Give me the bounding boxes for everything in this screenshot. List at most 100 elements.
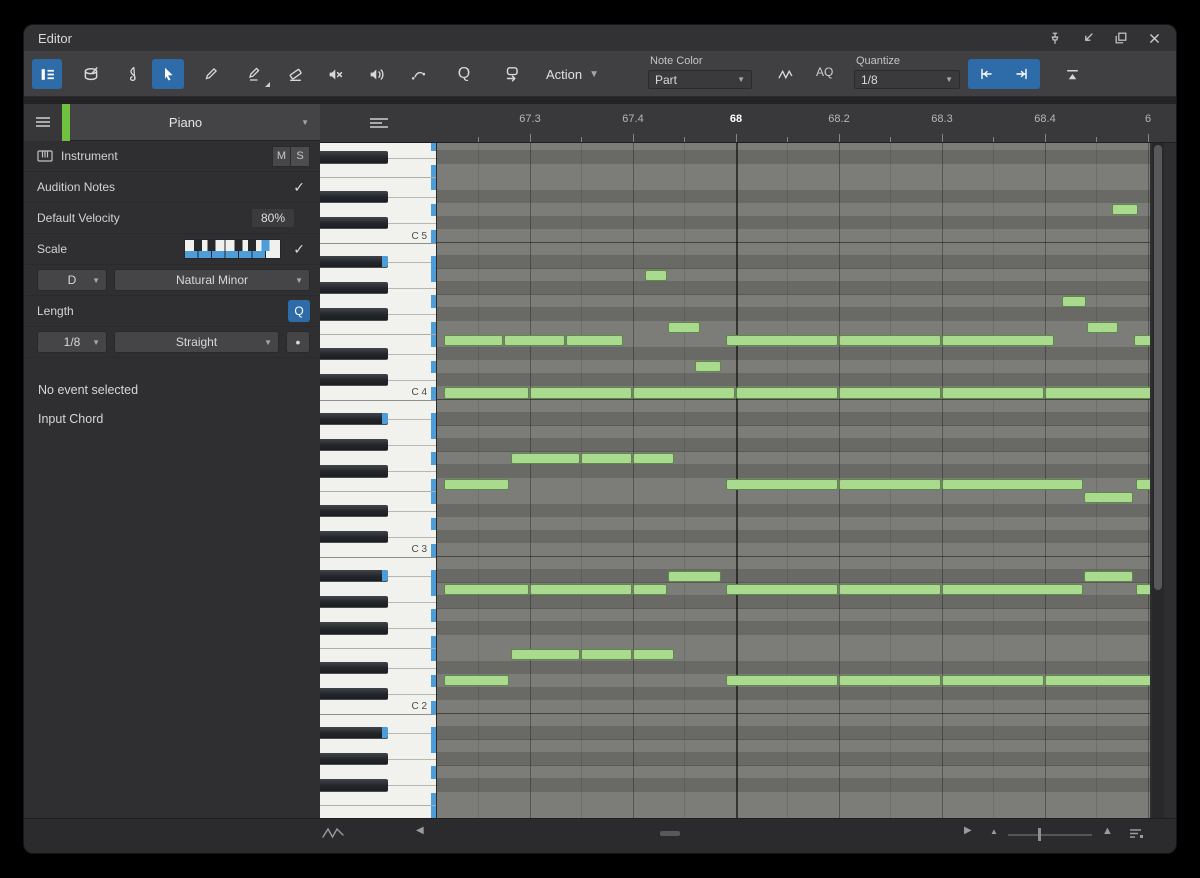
piano-key-black[interactable] xyxy=(320,308,388,321)
detach-icon[interactable] xyxy=(1076,27,1100,49)
piano-key-black[interactable] xyxy=(320,727,388,740)
note-color-dropdown[interactable]: Part ▼ xyxy=(648,70,752,89)
paint-tool-button[interactable] xyxy=(238,59,272,89)
curve-tool-button[interactable] xyxy=(400,59,436,89)
midi-note[interactable] xyxy=(444,387,529,399)
piano-key-black[interactable] xyxy=(320,622,388,635)
piano-key-black[interactable] xyxy=(320,256,388,269)
timeline-ruler[interactable]: 67.3 67.4 68 68.2 68.3 68.4 6 xyxy=(437,104,1176,143)
zoom-out-button[interactable]: ▲ xyxy=(990,827,998,836)
midi-note[interactable] xyxy=(503,335,565,347)
scale-root-dropdown[interactable]: D ▼ xyxy=(37,269,107,291)
action-dropdown[interactable]: Action ▼ xyxy=(540,59,605,89)
midi-note[interactable] xyxy=(632,387,735,399)
scale-checkbox[interactable]: ✓ xyxy=(293,241,305,258)
midi-note[interactable] xyxy=(1086,322,1118,334)
midi-note[interactable] xyxy=(1136,479,1150,491)
midi-note[interactable] xyxy=(581,649,632,661)
repeat-action-button[interactable] xyxy=(492,59,532,89)
length-mode-dropdown[interactable]: Straight ▼ xyxy=(114,331,279,353)
midi-note[interactable] xyxy=(1083,570,1134,582)
midi-note[interactable] xyxy=(444,479,510,491)
piano-key-black[interactable] xyxy=(320,151,388,164)
midi-note[interactable] xyxy=(1136,583,1150,595)
length-quantize-button[interactable]: Q xyxy=(288,300,310,322)
input-chord-label[interactable]: Input Chord xyxy=(24,405,320,434)
midi-note[interactable] xyxy=(838,675,941,687)
snap-end-button[interactable] xyxy=(1004,59,1040,89)
midi-note[interactable] xyxy=(444,335,503,347)
midi-note[interactable] xyxy=(529,583,632,595)
piano-key-black[interactable] xyxy=(320,465,388,478)
velocity-value-field[interactable]: 80% xyxy=(251,209,294,227)
piano-key-black[interactable] xyxy=(320,779,388,792)
midi-note[interactable] xyxy=(1062,295,1086,307)
midi-note[interactable] xyxy=(941,583,1083,595)
audition-checkbox[interactable]: ✓ xyxy=(293,179,305,196)
piano-key-black[interactable] xyxy=(320,216,388,229)
midi-note[interactable] xyxy=(838,479,941,491)
midi-note[interactable] xyxy=(838,583,941,595)
snap-start-button[interactable] xyxy=(968,59,1004,89)
midi-note[interactable] xyxy=(838,335,941,347)
zoom-slider-track[interactable] xyxy=(1008,834,1092,836)
mute-tool-button[interactable] xyxy=(318,59,352,89)
piano-key-black[interactable] xyxy=(320,504,388,517)
mute-button[interactable]: M xyxy=(272,145,291,167)
midi-note[interactable] xyxy=(529,387,632,399)
aq-button[interactable]: AQ xyxy=(816,65,833,79)
vertical-scrollbar-thumb[interactable] xyxy=(1154,145,1162,590)
piano-key-black[interactable] xyxy=(320,661,388,674)
piano-key-black[interactable] xyxy=(320,570,388,583)
midi-note[interactable] xyxy=(726,583,838,595)
piano-key-black[interactable] xyxy=(320,373,388,386)
midi-note[interactable] xyxy=(941,675,1044,687)
midi-note[interactable] xyxy=(735,387,838,399)
midi-note[interactable] xyxy=(1044,387,1150,399)
track-menu-button[interactable] xyxy=(24,103,62,141)
score-editor-button[interactable] xyxy=(118,59,148,89)
scroll-right-arrow[interactable]: ▶ xyxy=(964,825,972,836)
midi-note[interactable] xyxy=(941,335,1054,347)
scale-keyboard-widget[interactable] xyxy=(184,239,282,259)
drum-editor-button[interactable] xyxy=(76,59,106,89)
piano-key-black[interactable] xyxy=(320,282,388,295)
quantize-tool-button[interactable]: Q xyxy=(448,59,480,89)
midi-note[interactable] xyxy=(632,452,674,464)
length-value-dropdown[interactable]: 1/8 ▼ xyxy=(37,331,107,353)
zoom-in-button[interactable]: ▲ xyxy=(1102,825,1113,837)
scroll-left-arrow[interactable]: ◀ xyxy=(416,825,424,836)
zoom-preset-button[interactable] xyxy=(1128,826,1144,840)
listen-tool-button[interactable] xyxy=(360,59,392,89)
horizontal-scrollbar-thumb[interactable] xyxy=(660,831,680,836)
midi-note[interactable] xyxy=(444,583,529,595)
quantize-dropdown[interactable]: 1/8 ▼ xyxy=(854,70,960,89)
solo-button[interactable]: S xyxy=(291,145,310,167)
midi-note[interactable] xyxy=(694,361,722,373)
midi-note[interactable] xyxy=(444,675,510,687)
midi-note[interactable] xyxy=(667,322,700,334)
midi-note[interactable] xyxy=(838,387,941,399)
midi-note[interactable] xyxy=(645,269,667,281)
midi-note[interactable] xyxy=(667,570,722,582)
pencil-tool-button[interactable] xyxy=(196,59,226,89)
lane-options-button[interactable] xyxy=(369,116,389,130)
midi-note[interactable] xyxy=(941,479,1083,491)
piano-key-black[interactable] xyxy=(320,753,388,766)
close-icon[interactable] xyxy=(1142,27,1166,49)
midi-note[interactable] xyxy=(941,387,1044,399)
new-window-icon[interactable] xyxy=(1109,27,1133,49)
piano-keyboard[interactable]: C 5 C 4 C 3 C 2 xyxy=(320,143,437,818)
piano-key-black[interactable] xyxy=(320,347,388,360)
midi-note[interactable] xyxy=(511,649,581,661)
vertical-scrollbar[interactable] xyxy=(1152,143,1164,818)
piano-key-black[interactable] xyxy=(320,190,388,203)
piano-key-black[interactable] xyxy=(320,530,388,543)
midi-note[interactable] xyxy=(726,675,838,687)
scale-type-dropdown[interactable]: Natural Minor ▼ xyxy=(114,269,310,291)
zoom-slider-handle[interactable] xyxy=(1038,828,1041,841)
piano-key-black[interactable] xyxy=(320,687,388,700)
midi-note[interactable] xyxy=(726,335,838,347)
piano-key-black[interactable] xyxy=(320,596,388,609)
piano-key-black[interactable] xyxy=(320,439,388,452)
